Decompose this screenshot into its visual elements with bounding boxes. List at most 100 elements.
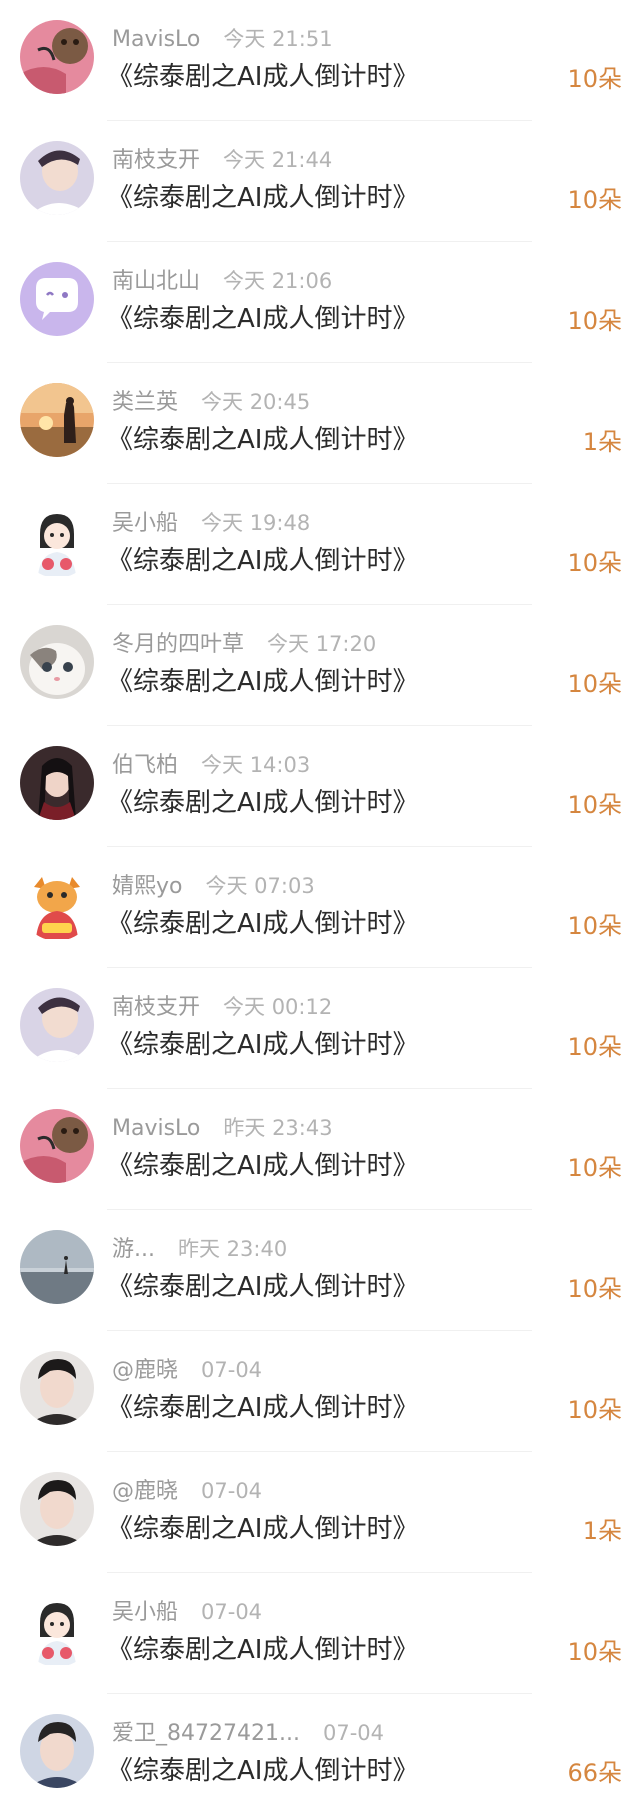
record-time: 今天 21:44 — [223, 148, 333, 172]
record-time: 今天 07:03 — [205, 874, 315, 898]
cartoon-girl-avatar[interactable] — [20, 1593, 94, 1667]
user-name[interactable]: 南山北山 — [112, 269, 200, 294]
flower-count: 10朵 — [567, 1154, 622, 1182]
book-title[interactable]: 《综泰剧之AI成人倒计时》 — [107, 1028, 418, 1062]
book-title[interactable]: 《综泰剧之AI成人倒计时》 — [107, 1633, 418, 1667]
list-item[interactable]: MavisLo 昨天 23:43 《综泰剧之AI成人倒计时》 10朵 — [0, 1089, 640, 1210]
flower-count: 66朵 — [567, 1759, 622, 1787]
list-item[interactable]: 南山北山 今天 21:06 《综泰剧之AI成人倒计时》 10朵 — [0, 242, 640, 363]
list-item[interactable]: 南枝支开 今天 00:12 《综泰剧之AI成人倒计时》 10朵 — [0, 968, 640, 1089]
list-item[interactable]: 南枝支开 今天 21:44 《综泰剧之AI成人倒计时》 10朵 — [0, 121, 640, 242]
sunset-couple-avatar[interactable] — [20, 383, 94, 457]
record-meta: 南枝支开 今天 21:44 — [112, 145, 332, 175]
list-item[interactable]: 吴小船 07-04 《综泰剧之AI成人倒计时》 10朵 — [0, 1573, 640, 1694]
chat-bubble-avatar[interactable] — [20, 262, 94, 336]
user-name[interactable]: 南枝支开 — [112, 148, 200, 173]
flower-count: 10朵 — [567, 307, 622, 335]
flower-count: 10朵 — [567, 1638, 622, 1666]
flower-count: 1朵 — [582, 1517, 622, 1545]
user-name[interactable]: 吴小船 — [112, 511, 178, 536]
portrait-man-avatar[interactable] — [20, 1472, 94, 1546]
white-cat-avatar[interactable] — [20, 625, 94, 699]
list-item[interactable]: 游... 昨天 23:40 《综泰剧之AI成人倒计时》 10朵 — [0, 1210, 640, 1331]
book-title[interactable]: 《综泰剧之AI成人倒计时》 — [107, 786, 418, 820]
dragon-mascot-avatar[interactable] — [20, 867, 94, 941]
flower-count: 10朵 — [567, 912, 622, 940]
record-meta: @鹿晓 07-04 — [112, 1476, 262, 1506]
book-title[interactable]: 《综泰剧之AI成人倒计时》 — [107, 1391, 418, 1425]
user-name[interactable]: MavisLo — [112, 1116, 200, 1141]
list-item[interactable]: MavisLo 今天 21:51 《综泰剧之AI成人倒计时》 10朵 — [0, 0, 640, 121]
user-name[interactable]: 类兰英 — [112, 390, 178, 415]
book-title[interactable]: 《综泰剧之AI成人倒计时》 — [107, 423, 418, 457]
user-name[interactable]: 爱卫_84727421... — [112, 1721, 300, 1746]
book-title[interactable]: 《综泰剧之AI成人倒计时》 — [107, 60, 418, 94]
list-item[interactable]: 冬月的四叶草 今天 17:20 《综泰剧之AI成人倒计时》 10朵 — [0, 605, 640, 726]
list-item[interactable]: @鹿晓 07-04 《综泰剧之AI成人倒计时》 10朵 — [0, 1331, 640, 1452]
anime-man-avatar[interactable] — [20, 746, 94, 820]
flower-count: 10朵 — [567, 65, 622, 93]
young-man-avatar[interactable] — [20, 988, 94, 1062]
record-meta: MavisLo 昨天 23:43 — [112, 1113, 333, 1143]
record-meta: 南山北山 今天 21:06 — [112, 266, 332, 296]
record-time: 昨天 23:43 — [223, 1116, 333, 1140]
record-time: 今天 14:03 — [201, 753, 311, 777]
record-time: 今天 00:12 — [223, 995, 333, 1019]
list-item[interactable]: 类兰英 今天 20:45 《综泰剧之AI成人倒计时》 1朵 — [0, 363, 640, 484]
record-time: 07-04 — [201, 1479, 263, 1503]
flower-count: 10朵 — [567, 1275, 622, 1303]
user-name[interactable]: 南枝支开 — [112, 995, 200, 1020]
user-name[interactable]: 冬月的四叶草 — [112, 632, 244, 657]
record-meta: MavisLo 今天 21:51 — [112, 24, 333, 54]
list-item[interactable]: 伯飞柏 今天 14:03 《综泰剧之AI成人倒计时》 10朵 — [0, 726, 640, 847]
book-title[interactable]: 《综泰剧之AI成人倒计时》 — [107, 907, 418, 941]
beach-avatar[interactable] — [20, 1230, 94, 1304]
flower-count: 10朵 — [567, 549, 622, 577]
cartoon-girl-avatar[interactable] — [20, 504, 94, 578]
record-meta: 爱卫_84727421... 07-04 — [112, 1718, 384, 1748]
record-meta: 伯飞柏 今天 14:03 — [112, 750, 310, 780]
record-meta: @鹿晓 07-04 — [112, 1355, 262, 1385]
portrait-man-avatar[interactable] — [20, 1714, 94, 1788]
user-name[interactable]: @鹿晓 — [112, 1479, 178, 1504]
record-time: 今天 21:51 — [223, 27, 333, 51]
flower-count: 1朵 — [582, 428, 622, 456]
record-meta: 类兰英 今天 20:45 — [112, 387, 310, 417]
record-meta: 吴小船 07-04 — [112, 1597, 262, 1627]
record-time: 今天 20:45 — [201, 390, 311, 414]
book-title[interactable]: 《综泰剧之AI成人倒计时》 — [107, 1512, 418, 1546]
record-time: 今天 17:20 — [267, 632, 377, 656]
portrait-man-avatar[interactable] — [20, 1351, 94, 1425]
book-title[interactable]: 《综泰剧之AI成人倒计时》 — [107, 665, 418, 699]
flower-count: 10朵 — [567, 791, 622, 819]
list-item[interactable]: 吴小船 今天 19:48 《综泰剧之AI成人倒计时》 10朵 — [0, 484, 640, 605]
book-title[interactable]: 《综泰剧之AI成人倒计时》 — [107, 1754, 418, 1788]
user-name[interactable]: 游... — [112, 1237, 155, 1262]
book-title[interactable]: 《综泰剧之AI成人倒计时》 — [107, 302, 418, 336]
user-name[interactable]: 吴小船 — [112, 1600, 178, 1625]
user-name[interactable]: MavisLo — [112, 27, 200, 52]
book-title[interactable]: 《综泰剧之AI成人倒计时》 — [107, 181, 418, 215]
user-name[interactable]: @鹿晓 — [112, 1358, 178, 1383]
record-time: 今天 19:48 — [201, 511, 311, 535]
record-time: 07-04 — [201, 1600, 263, 1624]
list-item[interactable]: @鹿晓 07-04 《综泰剧之AI成人倒计时》 1朵 — [0, 1452, 640, 1573]
record-time: 昨天 23:40 — [177, 1237, 288, 1261]
book-title[interactable]: 《综泰剧之AI成人倒计时》 — [107, 1149, 418, 1183]
record-meta: 吴小船 今天 19:48 — [112, 508, 310, 538]
record-meta: 冬月的四叶草 今天 17:20 — [112, 629, 376, 659]
user-name[interactable]: 婧熙yo — [112, 874, 182, 899]
book-title[interactable]: 《综泰剧之AI成人倒计时》 — [107, 544, 418, 578]
list-item[interactable]: 婧熙yo 今天 07:03 《综泰剧之AI成人倒计时》 10朵 — [0, 847, 640, 968]
flower-count: 10朵 — [567, 186, 622, 214]
record-meta: 婧熙yo 今天 07:03 — [112, 871, 315, 901]
young-man-avatar[interactable] — [20, 141, 94, 215]
user-name[interactable]: 伯飞柏 — [112, 753, 178, 778]
record-time: 今天 21:06 — [223, 269, 333, 293]
cat-pink-avatar[interactable] — [20, 1109, 94, 1183]
record-meta: 游... 昨天 23:40 — [112, 1234, 287, 1264]
book-title[interactable]: 《综泰剧之AI成人倒计时》 — [107, 1270, 418, 1304]
flower-count: 10朵 — [567, 1033, 622, 1061]
cat-pink-avatar[interactable] — [20, 20, 94, 94]
record-meta: 南枝支开 今天 00:12 — [112, 992, 332, 1022]
